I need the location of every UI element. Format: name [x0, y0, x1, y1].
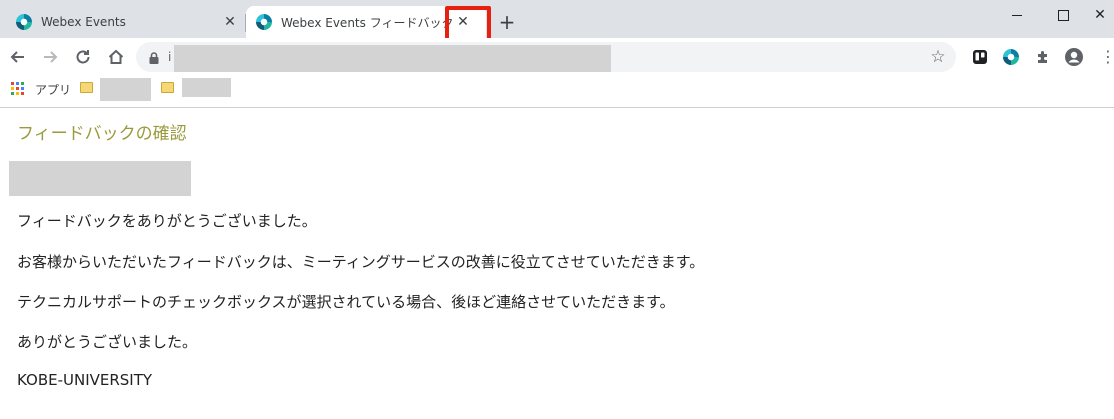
maximize-icon — [1057, 9, 1069, 21]
support-contact-text: テクニカルサポートのチェックボックスが選択されている場合、後ほど連絡させていただ… — [17, 293, 675, 311]
reload-icon — [76, 50, 90, 64]
browser-menu-icon[interactable]: ⋮ — [1100, 47, 1114, 67]
organization-name: KOBE-UNIVERSITY — [17, 371, 153, 389]
minimize-button[interactable] — [994, 0, 1040, 30]
bookmark-folder-icon[interactable] — [80, 82, 93, 93]
bookmark-redacted[interactable] — [100, 78, 151, 101]
redacted-block — [9, 161, 191, 196]
window-close-button[interactable]: ✕ — [1086, 0, 1114, 30]
new-tab-button[interactable]: + — [496, 11, 518, 33]
tab-close-button[interactable]: ✕ — [220, 12, 240, 32]
feedback-usage-text: お客様からいただいたフィードバックは、ミーティングサービスの改善に役立てさせてい… — [17, 253, 705, 271]
tab-webex-events[interactable]: Webex Events ✕ — [0, 6, 246, 38]
extension-trello-icon[interactable] — [969, 46, 991, 68]
webex-logo-icon — [256, 14, 272, 30]
lock-icon[interactable] — [147, 50, 161, 64]
bookmark-star-icon[interactable]: ☆ — [928, 47, 948, 67]
minimize-icon — [1012, 14, 1022, 16]
close-button-highlight — [445, 6, 491, 42]
webex-logo-icon — [16, 14, 32, 30]
thanks-text: フィードバックをありがとうございました。 — [17, 212, 317, 230]
forward-button[interactable] — [38, 45, 62, 69]
address-text: i — [168, 50, 172, 64]
bookmark-apps-label[interactable]: アプリ — [35, 81, 71, 98]
webex-logo-icon — [1003, 49, 1019, 65]
apps-grid-icon[interactable] — [11, 82, 24, 95]
maximize-button[interactable] — [1040, 0, 1086, 30]
bookmark-redacted[interactable] — [182, 78, 231, 97]
url-redacted — [174, 45, 611, 72]
reload-button[interactable] — [71, 45, 95, 69]
back-button[interactable] — [6, 45, 30, 69]
page-title: フィードバックの確認 — [17, 124, 187, 144]
home-button[interactable] — [104, 45, 128, 69]
forward-arrow-icon — [44, 51, 58, 63]
back-arrow-icon — [10, 51, 24, 63]
home-icon — [108, 49, 124, 64]
closing-text: ありがとうございました。 — [17, 333, 198, 351]
extension-webex-icon[interactable] — [1000, 46, 1022, 68]
extensions-puzzle-icon[interactable] — [1032, 46, 1054, 68]
tab-title: Webex Events — [41, 15, 126, 29]
profile-avatar-icon[interactable] — [1063, 46, 1085, 68]
bookmark-folder-icon[interactable] — [161, 82, 174, 93]
